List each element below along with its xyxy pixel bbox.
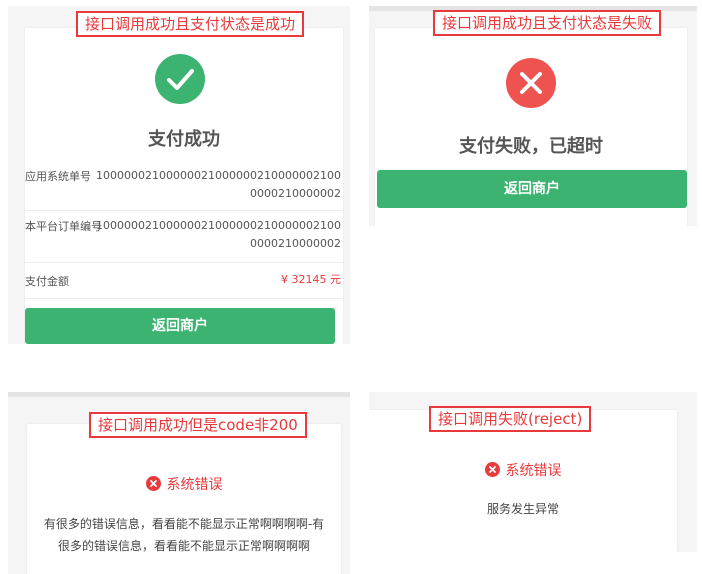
app-order-value: 10000002100000021000000210000002100 0000… xyxy=(96,167,341,203)
system-error-heading: 系统错误 xyxy=(27,474,341,494)
check-icon xyxy=(167,69,194,90)
error-icon xyxy=(145,476,161,491)
code-error-case-label: 接口调用成功但是code非200 xyxy=(89,412,307,438)
platform-order-row: 本平台订单编号 10000002100000021000000210000002… xyxy=(25,211,343,263)
platform-order-label: 本平台订单编号 xyxy=(25,220,102,233)
success-icon-circle xyxy=(155,54,205,104)
app-order-value-line2: 0000210000002 xyxy=(250,187,341,200)
code-panel-top-stripe xyxy=(8,392,350,397)
amount-label: 支付金额 xyxy=(25,275,69,288)
amount-row: 支付金额 ¥ 32145 元 xyxy=(25,263,343,299)
code-error-panel: 系统错误 有很多的错误信息，看看能不能显示正常啊啊啊啊-有 很多的错误信息，看看… xyxy=(8,392,350,574)
error-message-line2: 很多的错误信息，看看能不能显示正常啊啊啊啊 xyxy=(57,539,310,553)
service-error-message: 服务发生异常 xyxy=(486,502,559,516)
return-merchant-button[interactable]: 返回商户 xyxy=(25,308,335,344)
code-error-card: 系统错误 有很多的错误信息，看看能不能显示正常啊啊啊啊-有 很多的错误信息，看看… xyxy=(27,424,341,574)
fail-panel: 支付失败，已超时 返回商户 接口调用成功且支付状态是失败 xyxy=(369,6,697,226)
system-error-text: 系统错误 xyxy=(505,463,562,479)
platform-order-value-line2: 0000210000002 xyxy=(250,237,341,250)
reject-panel: 系统错误 服务发生异常 接口调用失败(reject) xyxy=(369,392,697,552)
return-merchant-button[interactable]: 返回商户 xyxy=(377,170,687,208)
fail-card: 支付失败，已超时 返回商户 xyxy=(375,28,687,226)
app-order-row: 应用系统单号 100000021000000210000002100000021… xyxy=(25,162,343,211)
reject-case-label: 接口调用失败(reject) xyxy=(429,406,592,432)
fail-case-label: 接口调用成功且支付状态是失败 xyxy=(433,10,662,36)
success-panel: 支付成功 应用系统单号 1000000210000002100000021000… xyxy=(8,6,350,344)
fail-icon-circle xyxy=(506,58,556,108)
error-icon xyxy=(484,462,500,477)
system-error-text: 系统错误 xyxy=(166,477,223,493)
success-case-label: 接口调用成功且支付状态是成功 xyxy=(76,11,305,37)
app-order-value-line1: 10000002100000021000000210000002100 xyxy=(96,169,341,182)
payment-success-title: 支付成功 xyxy=(148,129,220,150)
platform-order-value-line1: 10000002100000021000000210000002100 xyxy=(96,219,341,232)
error-message-line1: 有很多的错误信息，看看能不能显示正常啊啊啊啊-有 xyxy=(43,517,325,531)
success-card: 支付成功 应用系统单号 1000000210000002100000021000… xyxy=(25,28,343,344)
app-order-label: 应用系统单号 xyxy=(25,170,91,183)
payment-fail-title: 支付失败，已超时 xyxy=(459,136,603,157)
amount-value: ¥ 32145 元 xyxy=(281,273,341,286)
error-message: 有很多的错误信息，看看能不能显示正常啊啊啊啊-有 很多的错误信息，看看能不能显示… xyxy=(27,513,341,557)
system-error-heading: 系统错误 xyxy=(369,460,677,480)
platform-order-value: 10000002100000021000000210000002100 0000… xyxy=(96,217,341,253)
close-icon xyxy=(520,72,542,94)
